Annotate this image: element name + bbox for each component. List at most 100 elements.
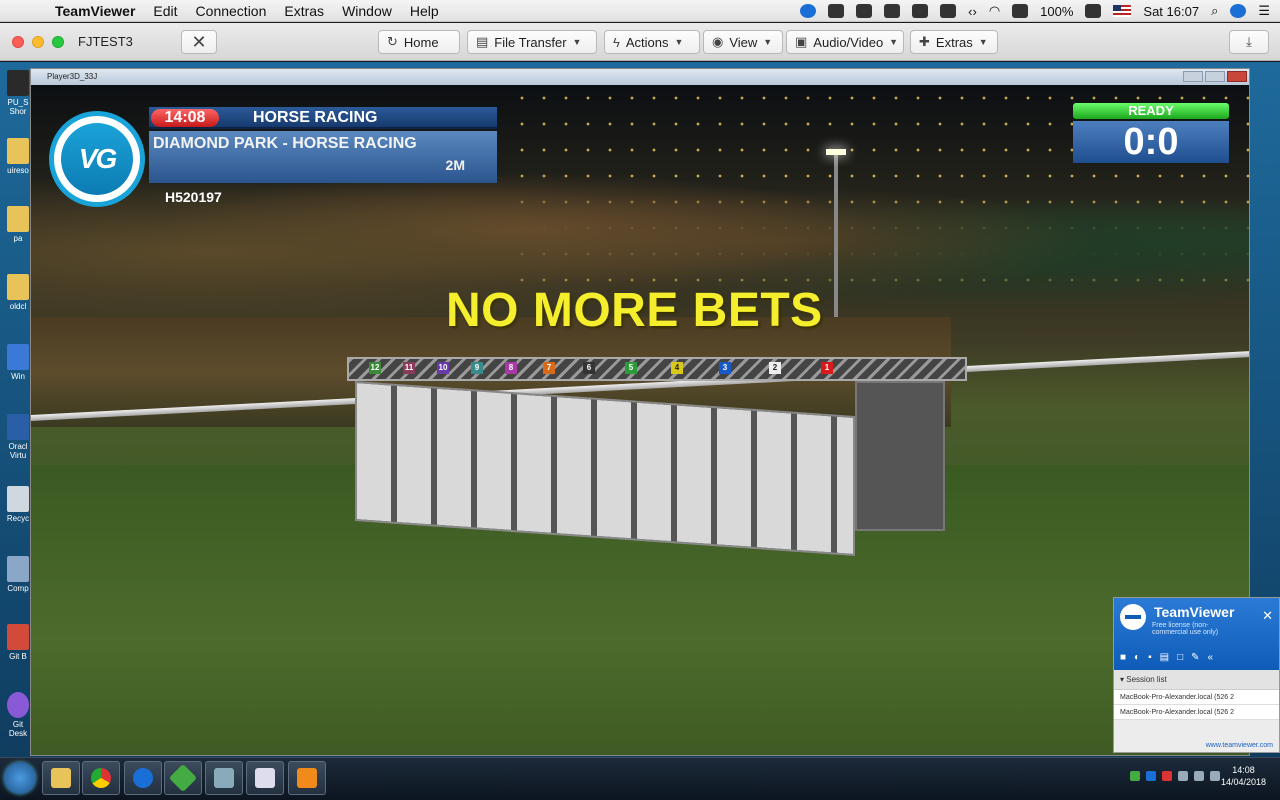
gate-number: 4 [671, 362, 683, 374]
menu-connection[interactable]: Connection [187, 3, 276, 19]
minimize-button[interactable] [1183, 71, 1203, 82]
gate-number: 6 [583, 362, 595, 374]
desktop-icon[interactable]: pa [4, 206, 32, 243]
chevron-down-icon: ▼ [763, 37, 773, 47]
desktop-icon[interactable]: Win [4, 344, 32, 381]
close-session-button[interactable]: ✕ [181, 30, 217, 54]
desktop-icon[interactable]: Oracl Virtu [4, 414, 32, 460]
close-window-button[interactable] [12, 36, 24, 48]
chrome-taskbar-button[interactable] [82, 761, 120, 795]
menu-window[interactable]: Window [333, 3, 401, 19]
session-list-header[interactable]: ▾ Session list [1114, 670, 1279, 690]
close-panel-icon[interactable]: ✕ [1262, 608, 1273, 624]
chat-icon: ▣ [795, 34, 808, 49]
explorer-taskbar-button[interactable] [42, 761, 80, 795]
teamviewer-taskbar-button[interactable] [124, 761, 162, 795]
extras-label: Extras [935, 34, 973, 50]
gate-number: 5 [625, 362, 637, 374]
menubar-clock[interactable]: Sat 16:07 [1143, 4, 1199, 19]
home-label: Home [403, 34, 439, 50]
cloud-icon[interactable] [912, 4, 929, 18]
gate-number: 1 [821, 362, 833, 374]
collapse-icon[interactable]: « [1208, 652, 1214, 663]
menu-app-name[interactable]: TeamViewer [46, 3, 144, 19]
windows-taskbar: 14:08 14/04/2018 [0, 757, 1280, 800]
chevron-down-icon: ▼ [674, 37, 684, 47]
app-taskbar-button[interactable] [205, 761, 243, 795]
menu-edit[interactable]: Edit [144, 3, 186, 19]
gate-number: 11 [403, 362, 415, 374]
extras-button[interactable]: ✚ Extras ▼ [910, 30, 998, 54]
chat-icon[interactable]: ▪ [1148, 652, 1152, 663]
battery-icon[interactable] [1085, 4, 1102, 18]
notification-center-icon[interactable]: ☰ [1258, 3, 1270, 19]
player-window: Player3D_33J 12 11 10 9 8 7 6 5 4 3 2 1 [30, 68, 1250, 756]
sublime-taskbar-button[interactable] [288, 761, 326, 795]
teamviewer-icon [133, 768, 153, 788]
check-icon[interactable] [884, 4, 901, 18]
chevron-down-icon: ▾ [1120, 675, 1125, 684]
session-row[interactable]: MacBook-Pro-Alexander.local (526 2 [1114, 690, 1279, 705]
app-icon [214, 768, 234, 788]
minimize-toolbar-button[interactable]: ⤓ [1229, 30, 1269, 54]
race-type: HORSE RACING [253, 109, 378, 126]
spotlight-search-icon[interactable]: ⌕ [1211, 3, 1218, 19]
headset-icon[interactable]: ◐ [1134, 652, 1140, 663]
minimize-window-button[interactable] [32, 36, 44, 48]
computer-icon[interactable]: Comp [4, 556, 32, 593]
airplay-icon[interactable] [1012, 4, 1029, 18]
taskbar-clock[interactable]: 14:08 14/04/2018 [1221, 764, 1266, 788]
teamviewer-tray-icon[interactable] [800, 4, 817, 18]
home-button[interactable]: ↻ Home [378, 30, 460, 54]
maximize-button[interactable] [1205, 71, 1225, 82]
desktop-icon[interactable]: oldcl [4, 274, 32, 311]
files-icon[interactable]: ▤ [1160, 652, 1169, 663]
menu-help[interactable]: Help [401, 3, 448, 19]
app-taskbar-button[interactable] [164, 761, 202, 795]
tray-icon[interactable] [1162, 771, 1172, 781]
siri-icon[interactable] [1230, 4, 1247, 18]
pen-icon[interactable]: ✎ [1191, 652, 1199, 663]
close-button[interactable] [1227, 71, 1247, 82]
input-source-flag-icon[interactable] [1113, 5, 1132, 17]
teamviewer-link[interactable]: www.teamviewer.com [1206, 742, 1273, 749]
player-title-bar[interactable]: Player3D_33J [31, 69, 1249, 85]
display-icon[interactable] [940, 4, 957, 18]
gate-number: 8 [505, 362, 517, 374]
desktop-icon[interactable]: uireso [4, 138, 32, 175]
audio-video-button[interactable]: ▣ Audio/Video ▼ [786, 30, 904, 54]
volume-icon[interactable] [1178, 771, 1188, 781]
whiteboard-icon[interactable]: □ [1177, 652, 1183, 663]
gate-number: 10 [437, 362, 449, 374]
race-distance: 2M [445, 157, 465, 173]
view-label: View [729, 34, 758, 50]
recycle-bin-icon[interactable]: Recyc [4, 486, 32, 523]
panel-toolbar: ■ ◐ ▪ ▤ □ ✎ « [1120, 652, 1213, 663]
video-icon[interactable]: ■ [1120, 652, 1126, 663]
network-icon[interactable] [1194, 771, 1204, 781]
docker-icon[interactable] [828, 4, 845, 18]
tray-icon[interactable] [1146, 771, 1156, 781]
sublime-icon [297, 768, 317, 788]
git-bash-icon[interactable]: Git B [4, 624, 32, 661]
status-box: READY 0:0 [1073, 103, 1229, 165]
file-transfer-button[interactable]: ▤ File Transfer ▼ [467, 30, 597, 54]
actions-button[interactable]: ϟ Actions ▼ [604, 30, 700, 54]
teamviewer-toolbar: FJTEST3 ✕ ↻ Home ▤ File Transfer ▼ ϟ Act… [0, 23, 1280, 61]
dropbox-icon[interactable] [856, 4, 873, 18]
tray-icon[interactable] [1130, 771, 1140, 781]
race-scene: 12 11 10 9 8 7 6 5 4 3 2 1 VG 14:08 HORS… [31, 85, 1249, 755]
view-button[interactable]: ◉ View ▼ [703, 30, 783, 54]
session-row[interactable]: MacBook-Pro-Alexander.local (526 2 [1114, 705, 1279, 720]
start-button[interactable] [4, 762, 36, 794]
tray-icon[interactable] [1210, 771, 1220, 781]
chrome-icon [91, 768, 111, 788]
github-desktop-icon[interactable]: Git Desk [4, 692, 32, 738]
wifi-icon[interactable]: ◠ [989, 3, 1000, 19]
zoom-window-button[interactable] [52, 36, 64, 48]
menu-extras[interactable]: Extras [275, 3, 333, 19]
code-icon[interactable]: ‹› [968, 4, 977, 19]
desktop-icon[interactable]: PU_S Shor [4, 70, 32, 116]
app-taskbar-button[interactable] [246, 761, 284, 795]
extras-icon: ✚ [919, 34, 930, 49]
